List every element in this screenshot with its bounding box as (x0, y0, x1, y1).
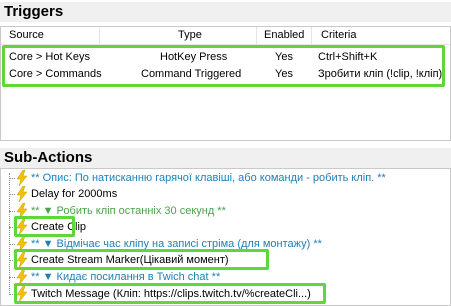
lightning-icon (16, 203, 28, 219)
lightning-icon (16, 269, 28, 285)
lightning-icon (16, 236, 28, 252)
trigger-source: Core > Commands (9, 68, 102, 80)
trigger-criteria: Ctrl+Shift+K (318, 51, 378, 63)
lightning-icon (16, 219, 28, 235)
lightning-icon (16, 170, 28, 186)
trigger-row[interactable]: Core > Hot Keys HotKey Press Yes Ctrl+Sh… (5, 49, 443, 65)
trigger-enabled: Yes (275, 68, 293, 80)
trigger-source: Core > Hot Keys (9, 51, 91, 63)
subactions-title: Sub-Actions (0, 148, 451, 168)
subactions-tree[interactable]: ** Опис: По натисканню гарячої клавіші, … (0, 168, 451, 306)
lightning-icon (16, 186, 28, 202)
trigger-type: HotKey Press (160, 51, 228, 63)
column-criteria[interactable]: Criteria (321, 29, 356, 41)
trigger-row[interactable]: Core > Commands Command Triggered Yes Зр… (5, 66, 443, 82)
column-enabled[interactable]: Enabled (264, 29, 304, 41)
column-type[interactable]: Type (178, 29, 202, 41)
column-source[interactable]: Source (9, 29, 44, 41)
lightning-icon (16, 252, 28, 268)
trigger-type: Command Triggered (141, 68, 242, 80)
trigger-enabled: Yes (275, 51, 293, 63)
trigger-criteria: Зробити кліп (!clip, !кліп) (318, 68, 443, 80)
triggers-column-header: Source Type Enabled Criteria (1, 27, 450, 45)
lightning-icon (16, 286, 28, 302)
triggers-list[interactable]: Source Type Enabled Criteria Core > Hot … (0, 26, 451, 141)
triggers-title: Triggers (0, 2, 451, 22)
